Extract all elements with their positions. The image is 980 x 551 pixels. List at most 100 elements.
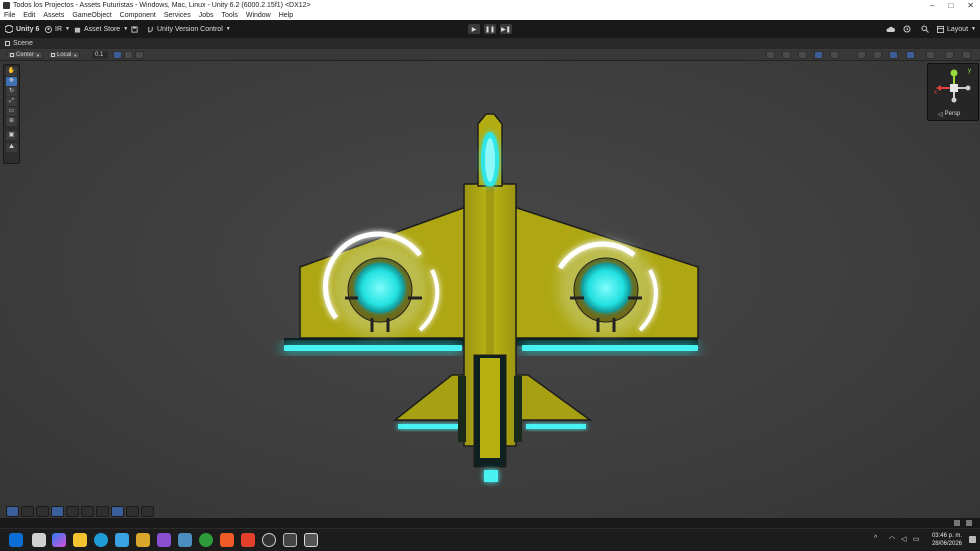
grid-snap-toggle[interactable] [113,51,122,59]
move-tool[interactable]: ✥ [6,77,17,86]
component-tool[interactable]: ⛰ [6,143,17,152]
menu-help[interactable]: Help [279,12,293,19]
rect-icon: ▭ [8,108,15,114]
file-explorer-icon[interactable] [73,533,87,547]
windows-start-icon[interactable] [9,533,23,547]
snap-settings-button[interactable] [135,51,144,59]
menu-file[interactable]: File [4,12,15,19]
play-icon: ▶ [471,26,477,33]
account-button[interactable]: IR ▼ [45,24,70,34]
unity-icon[interactable] [304,533,318,547]
task-manager-icon[interactable] [178,533,192,547]
visual-studio-icon[interactable] [157,533,171,547]
rect-tool[interactable]: ▭ [6,107,17,116]
unity-version-button[interactable]: Unity 6 [5,24,39,34]
gizmos-toggle[interactable] [889,51,898,59]
menu-jobs[interactable]: Jobs [199,12,214,19]
menu-edit[interactable]: Edit [23,12,35,19]
tray-chevron-icon[interactable]: ^ [874,535,877,542]
visibility-toggle[interactable] [906,51,915,59]
tab-scene[interactable]: Scene [5,40,33,47]
hidden-objects-toggle[interactable] [857,51,866,59]
overlay-layer-button[interactable] [126,506,139,517]
effects-toggle[interactable] [830,51,839,59]
unity-app-icon [3,2,10,9]
archive-icon[interactable] [136,533,150,547]
vscode-icon[interactable] [115,533,129,547]
transform-tool[interactable]: ⊕ [6,117,17,126]
overlay-move-button[interactable] [6,506,19,517]
lighting-toggle[interactable] [798,51,807,59]
menu-services[interactable]: Services [164,12,191,19]
notion-icon[interactable] [262,533,276,547]
clock-date: 28/06/2026 [931,541,962,547]
edge-icon[interactable] [94,533,108,547]
volume-icon[interactable]: ◁ [901,535,906,543]
close-button[interactable]: ✕ [967,0,974,11]
clock[interactable]: 03:46 p. m. 28/06/2026 [932,532,962,548]
snap-increment-field[interactable]: 0.1 [92,51,108,59]
draw-mode-button[interactable] [766,51,775,59]
overlay-settings-button[interactable] [141,506,154,517]
overlay-frame-button[interactable] [111,506,124,517]
orientation-gizmo[interactable]: y x ◁ Persp [927,63,979,121]
unity-hub-icon[interactable] [283,533,297,547]
overlay-search-button[interactable] [96,506,109,517]
menu-assets[interactable]: Assets [43,12,64,19]
pause-button[interactable]: ❚❚ [484,24,496,34]
space-dropdown[interactable]: Local ▼ [48,51,81,59]
maximize-button[interactable]: □ [948,0,953,11]
overlay-audio-button[interactable] [81,506,94,517]
scale-tool[interactable]: ⤢ [6,97,17,106]
pivot-dropdown[interactable]: Center ▼ [7,51,43,59]
rotate-tool[interactable]: ↻ [6,87,17,96]
version-control-button[interactable]: Unity Version Control ▼ [147,24,231,34]
copilot-icon[interactable] [52,533,66,547]
record-icon[interactable] [241,533,255,547]
menu-window[interactable]: Window [246,12,271,19]
transform-icon: ⊕ [8,118,15,124]
overlay-grid-button[interactable] [21,506,34,517]
wifi-icon[interactable]: ◠ [889,535,895,543]
view-tool[interactable]: ✋ [6,67,17,76]
menu-component[interactable]: Component [120,12,156,19]
right-tail-glow [526,424,586,429]
scene-viewport[interactable]: ✋ ✥ ↻ ⤢ ▭ ⊕ ▣ ⛰ y x ◁ Persp [0,61,980,518]
custom-tool[interactable]: ▣ [6,131,17,140]
camera-settings-button[interactable] [873,51,882,59]
overlay-camera-button[interactable] [66,506,79,517]
perspective-toggle[interactable]: ◁ Persp [938,111,960,118]
search-button[interactable] [921,24,929,34]
persp-icon: ◁ [938,112,943,118]
chevron-down-icon: ▼ [36,52,40,58]
scene-camera-button[interactable] [945,51,954,59]
overlay-snap-button[interactable] [36,506,49,517]
battery-icon[interactable]: ▭ [913,535,920,543]
grid-axis-dropdown[interactable] [124,51,133,59]
search-icon [921,25,929,33]
search-icon[interactable] [32,533,46,547]
minimize-button[interactable]: – [930,0,934,11]
history-button[interactable] [903,24,911,34]
scene-options-button[interactable] [962,51,971,59]
cloud-save-button[interactable] [131,24,138,34]
rotate-icon: ↻ [8,88,15,94]
gizmo-y-label: y [968,68,971,74]
overlay-menu-button[interactable] [926,51,935,59]
menu-gameobject[interactable]: GameObject [72,12,111,19]
notifications-icon[interactable] [969,536,976,543]
2d-toggle[interactable] [782,51,791,59]
menu-tools[interactable]: Tools [222,12,238,19]
brave-icon[interactable] [220,533,234,547]
layout-dropdown[interactable]: Layout ▼ [937,24,976,34]
overlay-light-button[interactable] [51,506,64,517]
asset-store-button[interactable]: Asset Store ▼ [74,24,128,34]
step-button[interactable]: ▶❚ [500,24,512,34]
version-control-label: Unity Version Control [157,25,223,33]
xbox-icon[interactable] [199,533,213,547]
hand-icon: ✋ [7,68,16,74]
cloud-button[interactable] [886,24,895,34]
audio-toggle[interactable] [814,51,823,59]
layout-label: Layout [947,25,969,33]
play-button[interactable]: ▶ [468,24,480,34]
